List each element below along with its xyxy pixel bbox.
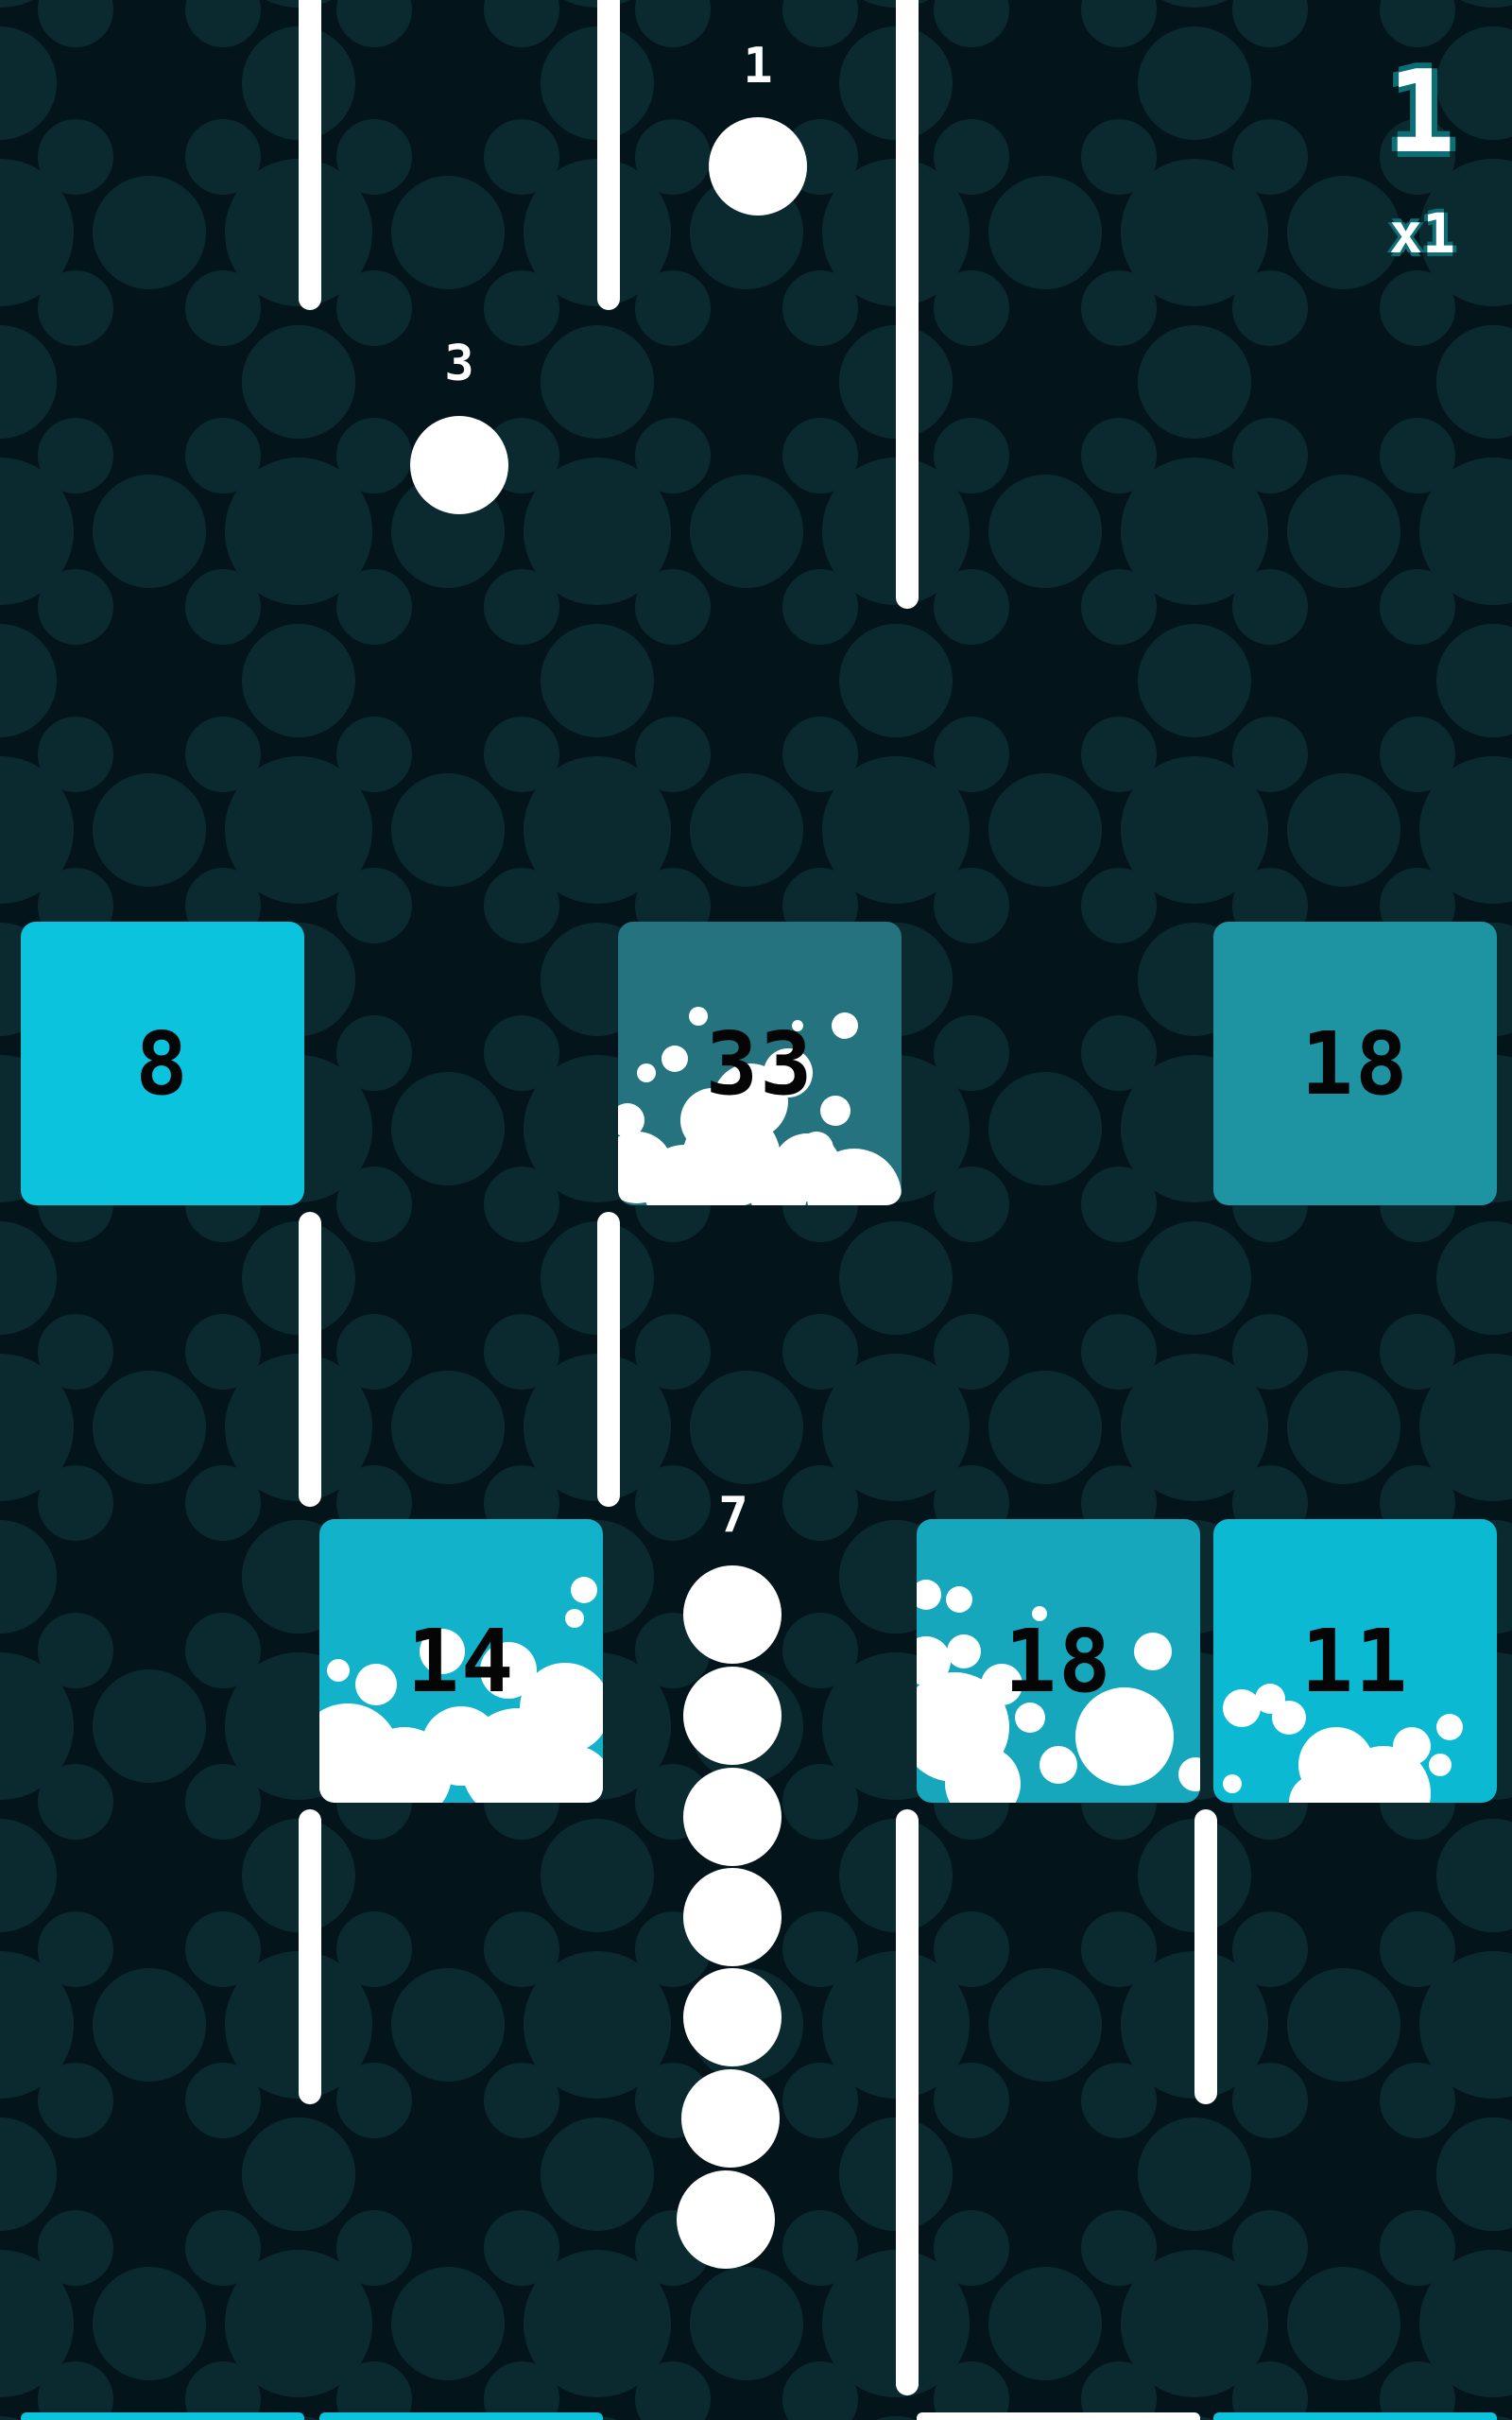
- block-value: 8: [135, 1012, 190, 1115]
- wall-divider: [1194, 1809, 1217, 2104]
- wall-divider: [896, 1809, 919, 2395]
- block-value: 33: [705, 1012, 815, 1115]
- number-block: 8: [21, 922, 304, 1205]
- number-block: 14: [319, 1519, 603, 1803]
- snake-segment: [677, 2170, 775, 2269]
- snake-segment: [683, 1768, 782, 1866]
- wall-divider: [299, 1212, 321, 1507]
- score-counter: 1: [1386, 47, 1455, 179]
- snake-segment: [683, 1968, 782, 2066]
- number-block: 11: [1213, 1519, 1497, 1803]
- snake-segment: [683, 1667, 782, 1765]
- next-row-block-edge: [21, 2412, 304, 2420]
- pickup-count: 1: [743, 38, 773, 95]
- block-value: 18: [1004, 1610, 1113, 1712]
- next-row-block-edge: [319, 2412, 603, 2420]
- number-block: 18: [1213, 922, 1497, 1205]
- wall-divider: [896, 0, 919, 609]
- block-value: 18: [1300, 1012, 1410, 1115]
- wall-divider: [597, 1212, 620, 1507]
- snake-length: 7: [718, 1487, 748, 1544]
- snake-segment: [681, 2069, 780, 2168]
- ball-pickup-icon: [410, 416, 508, 514]
- block-value: 11: [1300, 1610, 1410, 1712]
- pickup-count: 3: [444, 336, 474, 392]
- next-row-block-edge: [917, 2412, 1200, 2420]
- snake-segment: [683, 1565, 782, 1664]
- score-multiplier: x1: [1389, 201, 1455, 266]
- wall-divider: [299, 1809, 321, 2104]
- block-value: 14: [406, 1610, 516, 1712]
- snake-segment: [683, 1868, 782, 1966]
- next-row-block-edge: [1213, 2412, 1497, 2420]
- wall-divider: [299, 0, 321, 310]
- number-block: 33: [618, 922, 902, 1205]
- game-screen[interactable]: 8 33 18 14 18 11 1 3 7 1 x1: [0, 0, 1512, 2420]
- wall-divider: [597, 0, 620, 310]
- number-block: 18: [917, 1519, 1200, 1803]
- ball-pickup-icon: [709, 117, 807, 216]
